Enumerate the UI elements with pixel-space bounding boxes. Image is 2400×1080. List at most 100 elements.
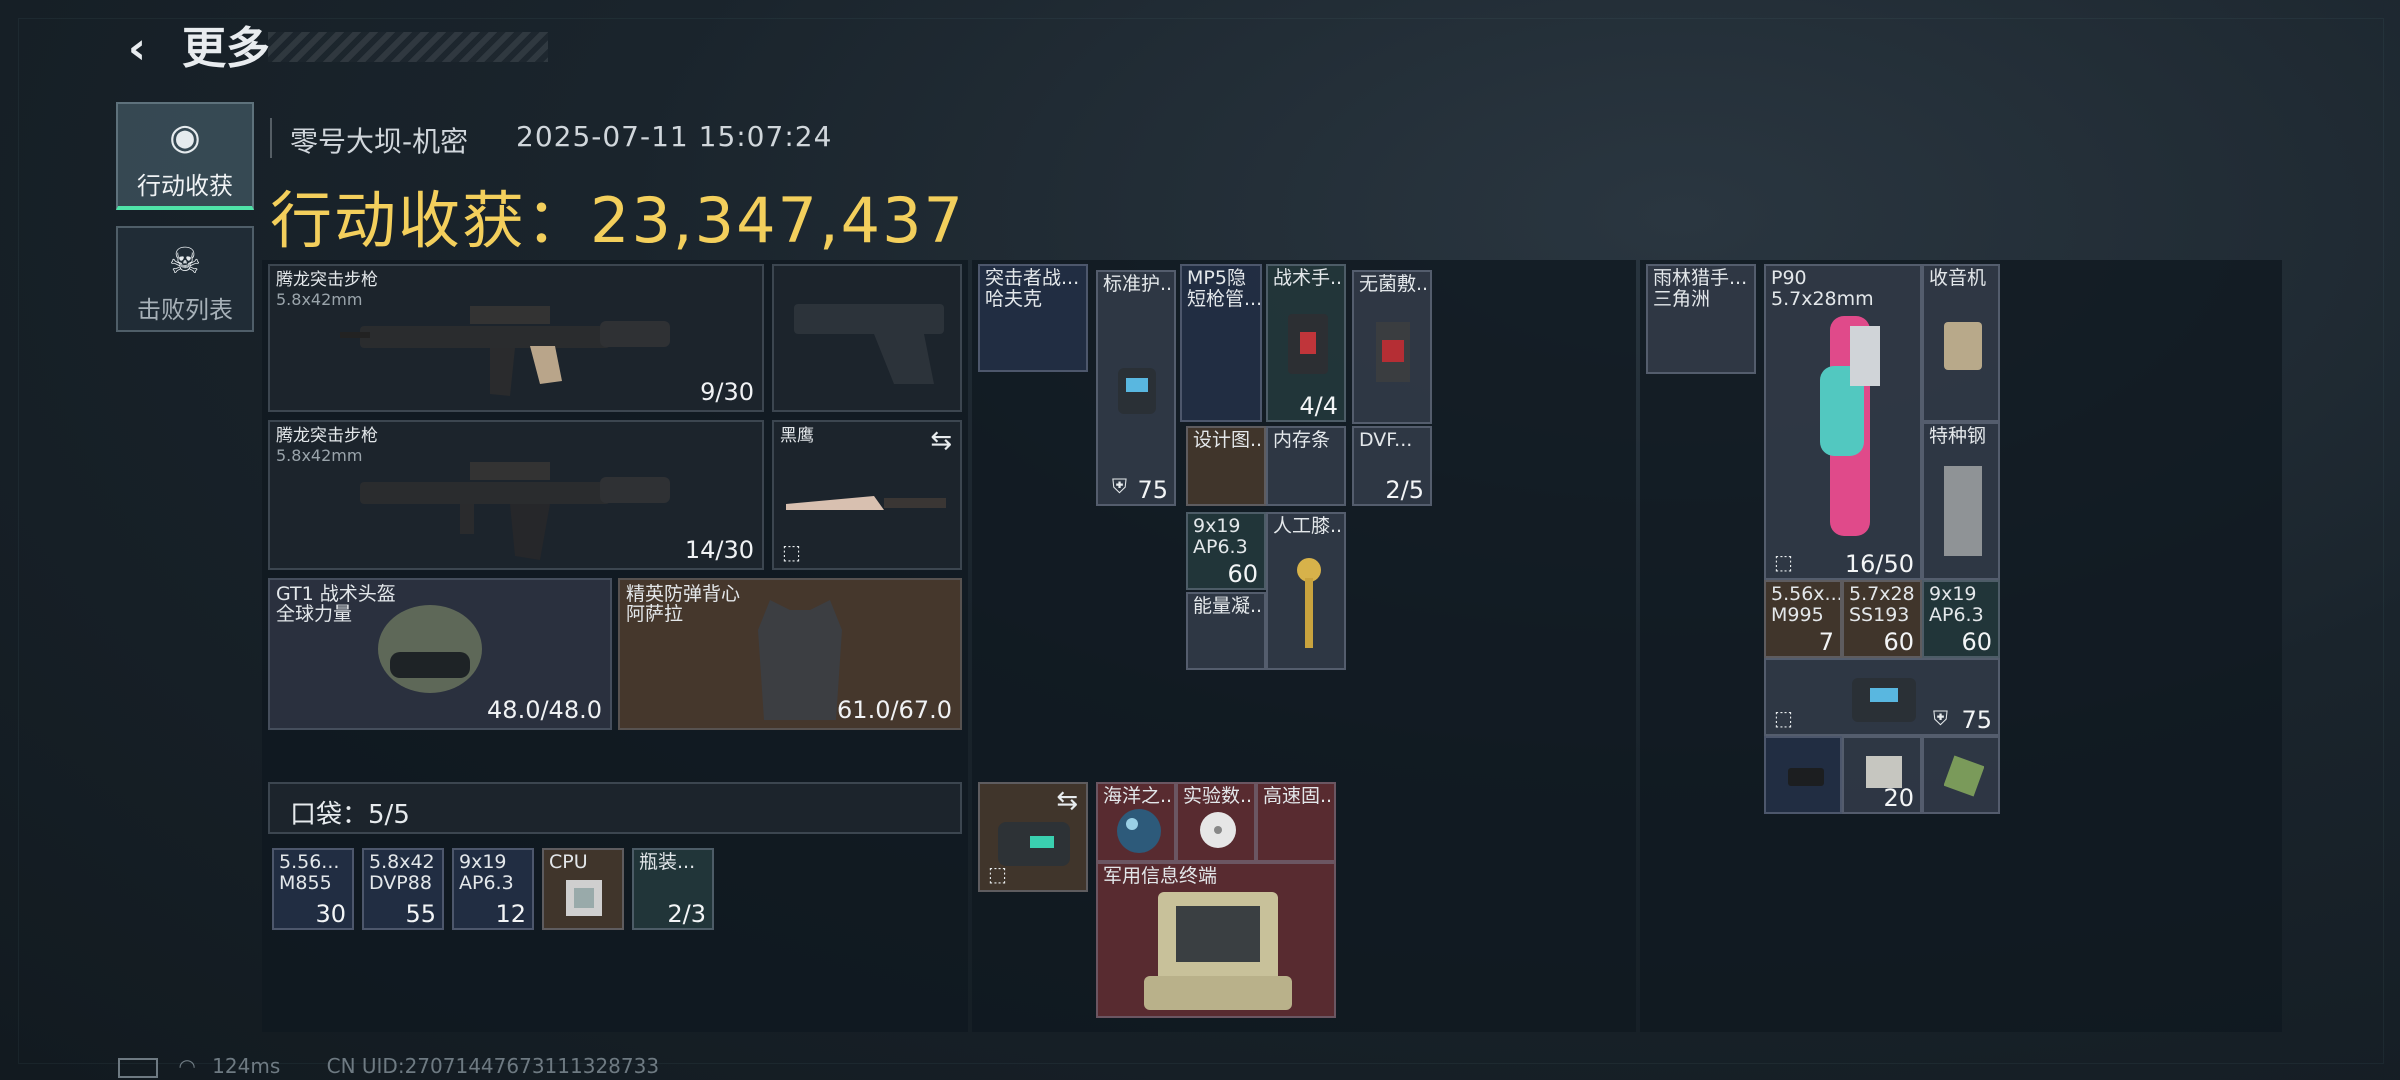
- item-name: 战术手...: [1273, 267, 1346, 289]
- safebox-item[interactable]: 收音机: [1922, 264, 2000, 422]
- steel-image: [1944, 466, 1982, 556]
- cpu-image: [566, 880, 602, 916]
- backpack-item[interactable]: 军用信息终端: [1096, 862, 1336, 1018]
- rig-item[interactable]: 无菌敷...: [1352, 270, 1432, 424]
- rig-item[interactable]: DVF... 2/5: [1352, 426, 1432, 506]
- safebox-item[interactable]: [1922, 736, 2000, 814]
- rig-item[interactable]: 人工膝...: [1266, 512, 1346, 670]
- rig-item[interactable]: MP5隐 短枪管...: [1180, 264, 1262, 422]
- safebox-item[interactable]: ⬚ ⛨ 75: [1764, 658, 2000, 736]
- unlocked-icon: ⬚: [1774, 706, 1793, 730]
- item-name: 5.7x28 SS193: [1849, 583, 1915, 626]
- shield-icon: ⛨: [1112, 474, 1127, 498]
- pocket-label: 口袋：5/5: [290, 800, 410, 830]
- item-qty: 2/5: [1385, 476, 1424, 504]
- backpack-item[interactable]: 实验数...: [1176, 782, 1256, 862]
- safebox-item[interactable]: 9x19 AP6.3 60: [1922, 580, 2000, 658]
- item-name: 5.56... M855: [279, 851, 340, 894]
- item-name: 9x19 AP6.3: [1929, 583, 1984, 626]
- backpack-slot[interactable]: ⇆ ⬚: [978, 782, 1088, 892]
- knee-image: [1297, 558, 1321, 648]
- medkit-image: [1288, 314, 1328, 374]
- armor-plate-image: [1118, 368, 1156, 414]
- shield-icon: ⛨: [1933, 706, 1948, 730]
- swap-icon: ⇆: [930, 426, 952, 456]
- armor-plate-image: [1852, 678, 1916, 722]
- primary-weapon-slot-1[interactable]: 腾龙突击步枪 5.8x42mm 9/30: [268, 264, 764, 412]
- rig-item[interactable]: 内存条: [1266, 426, 1346, 506]
- item-name: 精英防弹背心 阿萨拉: [626, 583, 741, 625]
- item-name: 标准护...: [1103, 273, 1176, 295]
- item-name: 瓶装...: [639, 851, 696, 873]
- durability: 61.0/67.0: [837, 696, 952, 724]
- chest-rig-slot[interactable]: 突击者战... 哈夫克: [978, 264, 1088, 372]
- pocket-item[interactable]: 5.8x42 DVP88 55: [362, 848, 444, 930]
- item-name: 能量凝...: [1193, 595, 1266, 617]
- item-name: 军用信息终端: [1103, 865, 1218, 887]
- rig-item[interactable]: 能量凝...: [1186, 592, 1266, 670]
- item-name: 黑鹰: [780, 426, 814, 446]
- item-name: 人工膝...: [1273, 515, 1346, 537]
- safebox-item[interactable]: 5.7x28 SS193 60: [1842, 580, 1922, 658]
- safebox-item[interactable]: 5.56x... M995 7: [1764, 580, 1842, 658]
- pistol-slot[interactable]: [772, 264, 962, 412]
- battery-icon: [118, 1057, 158, 1078]
- item-name: 特种钢: [1929, 425, 1987, 447]
- durability: 48.0/48.0: [487, 696, 602, 724]
- tab-loot[interactable]: ◉ 行动收获: [116, 102, 254, 210]
- rifle-image: [340, 306, 670, 396]
- item-name: 内存条: [1273, 429, 1331, 451]
- p90-image: [1820, 316, 1880, 536]
- item-qty: 20: [1883, 784, 1914, 812]
- pocket-item[interactable]: CPU: [542, 848, 624, 930]
- item-qty: 30: [315, 900, 346, 928]
- item-name: 雨林猎手... 三角洲: [1653, 267, 1748, 310]
- item-qty: 60: [1227, 560, 1258, 588]
- pocket-item[interactable]: 9x19 AP6.3 12: [452, 848, 534, 930]
- pocket-item[interactable]: 5.56... M855 30: [272, 848, 354, 930]
- safebox-item[interactable]: [1764, 736, 1842, 814]
- backpack-item[interactable]: 海洋之...: [1096, 782, 1176, 862]
- safebox-item[interactable]: P90 5.7x28mm ⬚ 16/50: [1764, 264, 1922, 580]
- item-qty: 12: [495, 900, 526, 928]
- tab-kill-list[interactable]: ☠ 击败列表: [116, 226, 254, 332]
- item-name: 5.56x... M995: [1771, 583, 1842, 626]
- skull-icon: ☠: [168, 241, 202, 282]
- bandage-image: [1376, 322, 1410, 382]
- item-qty: 7: [1818, 628, 1834, 656]
- rig-item[interactable]: 设计图...: [1186, 426, 1266, 506]
- rig-item[interactable]: 标准护... ⛨ 75: [1096, 270, 1176, 506]
- safebox-item[interactable]: 特种钢: [1922, 422, 2000, 580]
- item-qty: 60: [1961, 628, 1992, 656]
- item-name: 9x19 AP6.3: [1193, 515, 1248, 558]
- melee-slot[interactable]: 黑鹰 ⇆ ⬚: [772, 420, 962, 570]
- back-button[interactable]: ‹: [112, 24, 162, 74]
- unlocked-icon: ⬚: [782, 540, 801, 564]
- earnings-value: 23,347,437: [590, 184, 966, 257]
- radio-image: [1944, 322, 1982, 370]
- device-image: [1788, 768, 1824, 786]
- timestamp: 2025-07-11 15:07:24: [516, 120, 833, 153]
- safebox-slot[interactable]: 雨林猎手... 三角洲: [1646, 264, 1756, 374]
- item-qty: 16/50: [1844, 550, 1914, 578]
- armor-slot[interactable]: 精英防弹背心 阿萨拉 61.0/67.0: [618, 578, 962, 730]
- primary-weapon-slot-2[interactable]: 腾龙突击步枪 5.8x42mm 14/30: [268, 420, 764, 570]
- ocean-tear-image: [1117, 809, 1161, 853]
- rig-item[interactable]: 9x19 AP6.3 60: [1186, 512, 1266, 590]
- pistol-placeholder-icon: [794, 304, 944, 384]
- ammo-count: 14/30: [684, 536, 754, 564]
- pocket-item[interactable]: 瓶装... 2/3: [632, 848, 714, 930]
- helmet-slot[interactable]: GT1 战术头盔 全球力量 48.0/48.0: [268, 578, 612, 730]
- safebox-item[interactable]: 20: [1842, 736, 1922, 814]
- knife-image: [786, 496, 946, 510]
- earnings-total: 行动收获：23,347,437: [270, 170, 965, 260]
- title-decoration: [268, 32, 548, 62]
- status-bar: ◠ 124ms CN UID:270714476731113287​33: [118, 1054, 659, 1078]
- item-name: 设计图...: [1193, 429, 1266, 451]
- item-qty: 4/4: [1299, 392, 1338, 420]
- item-qty: 2/3: [667, 900, 706, 928]
- tab-label: 行动收获: [137, 172, 233, 200]
- backpack-item[interactable]: 高速固...: [1256, 782, 1336, 862]
- item-name: 高速固...: [1263, 785, 1336, 807]
- rig-item[interactable]: 战术手... 4/4: [1266, 264, 1346, 422]
